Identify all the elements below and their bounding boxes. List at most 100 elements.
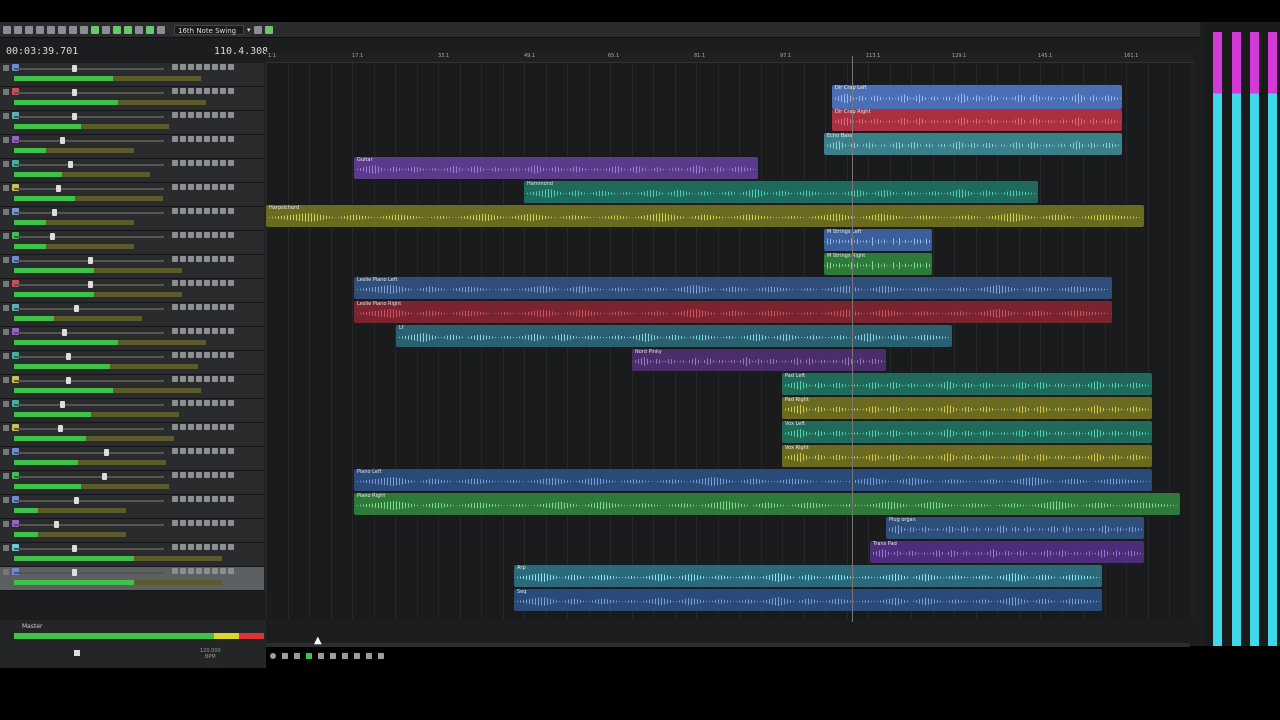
automation-icon[interactable] (204, 112, 210, 118)
settings-icon[interactable] (220, 112, 226, 118)
mute-icon[interactable] (172, 544, 178, 550)
automation-icon[interactable] (204, 136, 210, 142)
volume-fader[interactable] (14, 548, 164, 550)
input-icon[interactable] (196, 544, 202, 550)
pan-icon[interactable] (228, 448, 234, 454)
mute-icon[interactable] (172, 136, 178, 142)
settings-icon[interactable] (220, 88, 226, 94)
fx-icon[interactable] (188, 424, 194, 430)
fader-knob[interactable] (74, 305, 79, 312)
audio-clip[interactable]: Dir Crap Right (832, 109, 1122, 131)
fader-knob[interactable] (72, 65, 77, 72)
track-arm-icon[interactable] (3, 497, 9, 503)
edit-tool-icon[interactable] (91, 25, 99, 34)
solo-icon[interactable] (180, 352, 186, 358)
fader-knob[interactable] (88, 281, 93, 288)
master-fader-knob[interactable] (74, 650, 80, 656)
audio-clip[interactable]: Plug organ (886, 517, 1144, 539)
settings-icon[interactable] (220, 184, 226, 190)
volume-fader[interactable] (14, 380, 164, 382)
record-arm-icon[interactable] (212, 88, 218, 94)
pan-icon[interactable] (228, 520, 234, 526)
audio-clip[interactable]: Lf (396, 325, 952, 347)
volume-fader[interactable] (14, 68, 164, 70)
volume-fader[interactable] (14, 116, 164, 118)
solo-icon[interactable] (180, 88, 186, 94)
snap-setting[interactable]: 16th Note Swing ▾ (174, 24, 251, 35)
track-header[interactable] (0, 87, 264, 111)
input-icon[interactable] (196, 520, 202, 526)
solo-icon[interactable] (180, 568, 186, 574)
volume-fader[interactable] (14, 428, 164, 430)
volume-fader[interactable] (14, 236, 164, 238)
track-arm-icon[interactable] (3, 569, 9, 575)
track-header[interactable] (0, 375, 264, 399)
mute-icon[interactable] (172, 400, 178, 406)
fader-knob[interactable] (72, 569, 77, 576)
fader-knob[interactable] (58, 425, 63, 432)
automation-icon[interactable] (204, 304, 210, 310)
mute-icon[interactable] (172, 256, 178, 262)
record-arm-icon[interactable] (212, 160, 218, 166)
audio-clip[interactable]: Trans Pad (870, 541, 1144, 563)
fader-knob[interactable] (72, 545, 77, 552)
automation-icon[interactable] (204, 496, 210, 502)
input-icon[interactable] (196, 184, 202, 190)
pan-icon[interactable] (228, 304, 234, 310)
input-icon[interactable] (196, 496, 202, 502)
settings-icon[interactable] (220, 472, 226, 478)
input-icon[interactable] (196, 472, 202, 478)
select-tool-icon[interactable] (124, 25, 132, 34)
snap-icon[interactable] (146, 25, 154, 34)
volume-fader[interactable] (14, 572, 164, 574)
solo-icon[interactable] (180, 184, 186, 190)
volume-fader[interactable] (14, 500, 164, 502)
fader-knob[interactable] (60, 401, 65, 408)
solo-icon[interactable] (180, 208, 186, 214)
mute-icon[interactable] (172, 424, 178, 430)
track-header[interactable] (0, 447, 264, 471)
solo-icon[interactable] (180, 448, 186, 454)
fx-icon[interactable] (188, 400, 194, 406)
fader-knob[interactable] (104, 449, 109, 456)
pan-icon[interactable] (228, 352, 234, 358)
solo-icon[interactable] (180, 280, 186, 286)
track-header[interactable] (0, 399, 264, 423)
copy-icon[interactable] (69, 25, 77, 34)
solo-icon[interactable] (180, 112, 186, 118)
fader-knob[interactable] (66, 377, 71, 384)
timeline-ruler[interactable]: 1.1 17.1 33.1 49.1 65.1 81.1 97.1 113.1 129.1 145… (266, 52, 1194, 63)
fx-icon[interactable] (188, 520, 194, 526)
fx-icon[interactable] (188, 376, 194, 382)
record-arm-icon[interactable] (212, 568, 218, 574)
record-arm-icon[interactable] (212, 64, 218, 70)
audio-clip[interactable]: Piano Right (354, 493, 1180, 515)
track-arm-icon[interactable] (3, 329, 9, 335)
automation-icon[interactable] (204, 520, 210, 526)
audio-clip[interactable]: Dir Crap Left (832, 85, 1122, 109)
settings-icon[interactable] (220, 160, 226, 166)
fx-icon[interactable] (188, 88, 194, 94)
loop-playback-icon[interactable] (282, 653, 288, 659)
undo-icon[interactable] (36, 25, 44, 34)
settings-icon[interactable] (220, 448, 226, 454)
mute-icon[interactable] (172, 88, 178, 94)
pan-icon[interactable] (228, 208, 234, 214)
record-arm-icon[interactable] (212, 112, 218, 118)
track-arm-icon[interactable] (3, 305, 9, 311)
volume-fader[interactable] (14, 476, 164, 478)
track-arm-icon[interactable] (3, 425, 9, 431)
solo-icon[interactable] (180, 256, 186, 262)
pan-icon[interactable] (228, 472, 234, 478)
track-header[interactable] (0, 423, 264, 447)
volume-fader[interactable] (14, 332, 164, 334)
cut-icon[interactable] (58, 25, 66, 34)
track-header[interactable] (0, 351, 264, 375)
track-header[interactable] (0, 111, 264, 135)
input-icon[interactable] (196, 352, 202, 358)
zoom-tool-icon[interactable] (135, 25, 143, 34)
pan-icon[interactable] (228, 400, 234, 406)
volume-fader[interactable] (14, 356, 164, 358)
solo-icon[interactable] (180, 136, 186, 142)
track-arm-icon[interactable] (3, 185, 9, 191)
